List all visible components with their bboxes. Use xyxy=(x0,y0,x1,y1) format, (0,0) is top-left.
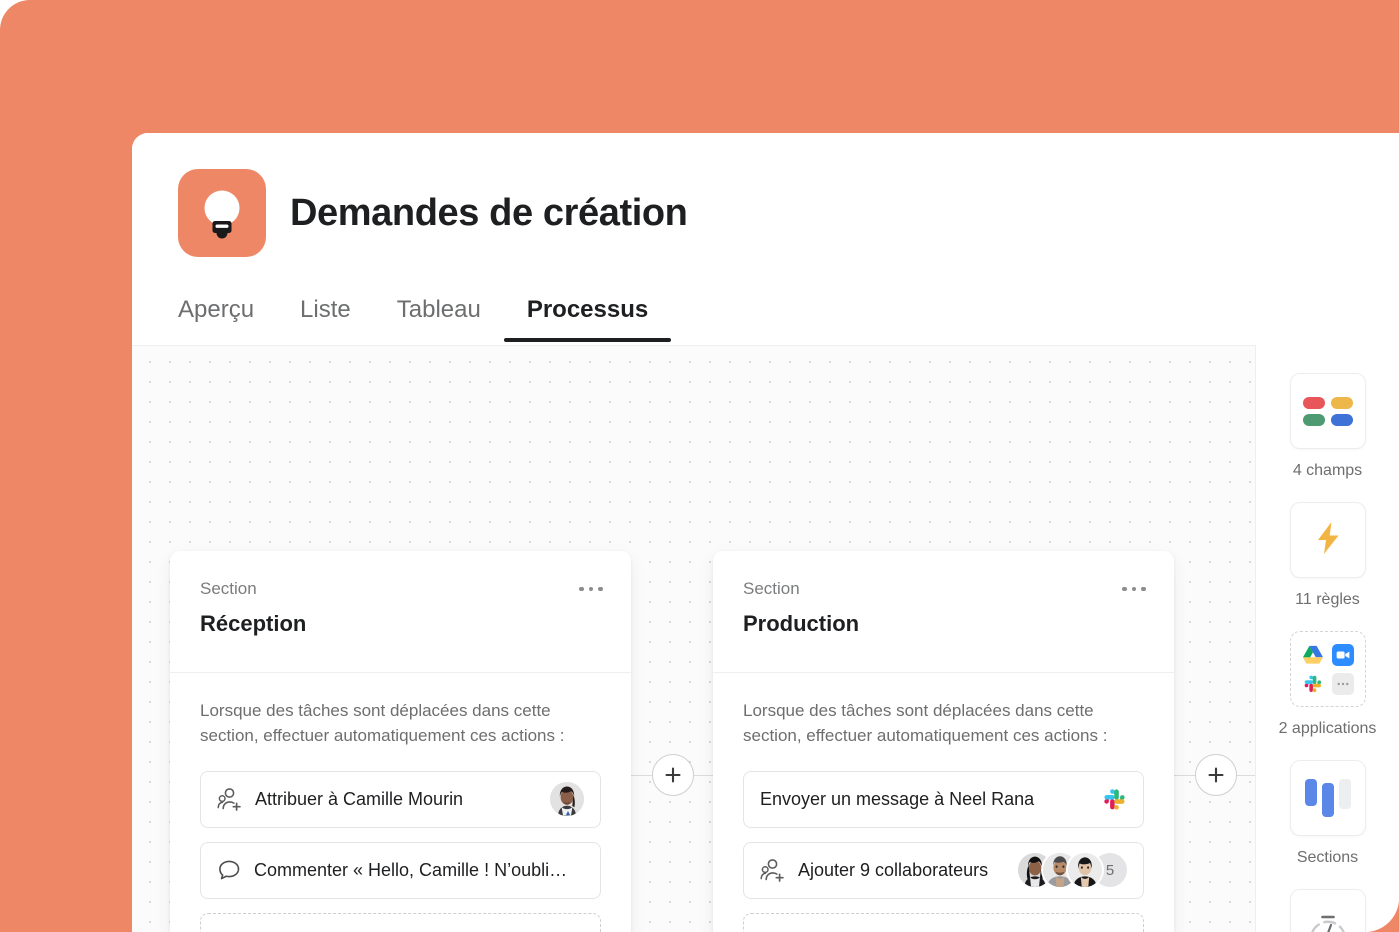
comment-icon xyxy=(217,858,242,882)
apps-icon xyxy=(1302,643,1354,695)
section-description: Lorsque des tâches sont déplacées dans c… xyxy=(743,701,1108,745)
add-person-icon xyxy=(217,787,243,812)
avatar xyxy=(1068,853,1102,888)
assignee-avatar-group xyxy=(550,782,584,817)
section-card-reception[interactable]: Section Réception Lorsque des tâches son… xyxy=(170,551,631,932)
add-person-icon xyxy=(760,858,786,883)
action-label: Ajouter 9 collaborateurs xyxy=(798,859,989,880)
tab-label: Aperçu xyxy=(178,296,255,323)
app-window: Demandes de création Aperçu Liste Tablea… xyxy=(132,133,1399,932)
rail-item-apps: 2 applications xyxy=(1278,631,1377,752)
tab-label: Tableau xyxy=(396,296,481,323)
section-title: Production xyxy=(743,611,860,636)
plus-icon xyxy=(1208,767,1224,783)
fields-tile[interactable] xyxy=(1289,373,1366,449)
action-label: Commenter « Hello, Camille ! N’oubli… xyxy=(254,859,568,880)
gauge-icon xyxy=(1306,903,1350,932)
tab-liste[interactable]: Liste xyxy=(277,296,374,342)
section-title: Réception xyxy=(200,611,307,636)
zoom-icon xyxy=(1331,643,1354,666)
section-card-body: Lorsque des tâches sont déplacées dans c… xyxy=(713,673,1174,932)
action-add-comment[interactable]: Commenter « Hello, Camille ! N’oubli… xyxy=(200,841,601,899)
section-card-production[interactable]: Section Production Lorsque des tâches so… xyxy=(713,551,1174,932)
fields-icon xyxy=(1302,396,1353,426)
add-step-button-1[interactable] xyxy=(652,754,694,796)
apps-tile[interactable] xyxy=(1289,631,1366,707)
action-label: Envoyer un message à Neel Rana xyxy=(760,788,1035,809)
ellipsis-icon[interactable] xyxy=(575,577,607,601)
page-title: Demandes de création xyxy=(290,191,688,234)
ellipsis-icon[interactable] xyxy=(1118,577,1150,601)
rail-label: 11 règles xyxy=(1295,591,1360,608)
rail-item-rules: 11 règles xyxy=(1289,502,1366,623)
rail-label: 2 applications xyxy=(1278,720,1377,737)
rail-label: Sections xyxy=(1296,849,1359,866)
slack-icon xyxy=(1101,786,1127,812)
action-add-collaborators[interactable]: Ajouter 9 collaborateurs 5 xyxy=(743,841,1144,899)
project-identity-row: Demandes de création xyxy=(178,169,688,257)
plus-icon: + xyxy=(760,928,775,932)
tab-processus[interactable]: Processus xyxy=(503,296,672,342)
add-action-button[interactable]: + Plus d’actions… xyxy=(200,912,601,932)
rules-tile[interactable] xyxy=(1289,502,1366,578)
tab-apercu[interactable]: Aperçu xyxy=(178,296,277,342)
collaborator-avatar-stack: 5 xyxy=(1018,853,1127,888)
progress-tile[interactable] xyxy=(1289,889,1366,932)
google-drive-icon xyxy=(1302,644,1324,666)
section-card-header: Section Réception xyxy=(170,551,631,673)
section-card-header: Section Production xyxy=(713,551,1174,673)
sections-tile[interactable] xyxy=(1289,760,1366,836)
view-tabs: Aperçu Liste Tableau Processus xyxy=(178,296,672,342)
lightning-bolt-icon xyxy=(1313,520,1343,561)
section-card-body: Lorsque des tâches sont déplacées dans c… xyxy=(170,673,631,932)
sections-icon xyxy=(1304,779,1351,817)
rail-item-sections: Sections xyxy=(1289,760,1366,881)
tab-label: Liste xyxy=(300,296,351,323)
add-action-button[interactable]: + Plus d’actions… xyxy=(743,912,1144,932)
avatar xyxy=(550,782,584,817)
add-step-button-2[interactable] xyxy=(1195,754,1237,796)
action-label: Attribuer à Camille Mourin xyxy=(255,788,464,809)
rail-item-progress xyxy=(1289,889,1366,932)
slack-icon xyxy=(1302,673,1324,695)
plus-icon: + xyxy=(217,928,232,932)
plus-icon xyxy=(665,767,681,783)
tab-tableau[interactable]: Tableau xyxy=(374,296,504,342)
screenshot-root: Demandes de création Aperçu Liste Tablea… xyxy=(0,0,1399,932)
project-header: Demandes de création Aperçu Liste Tablea… xyxy=(132,133,1399,345)
process-canvas[interactable]: Section Réception Lorsque des tâches son… xyxy=(132,345,1258,932)
rail-item-fields: 4 champs xyxy=(1289,373,1366,494)
rail-label: 4 champs xyxy=(1292,462,1363,479)
right-rail: 4 champs 11 règles 2 applications Sectio… xyxy=(1255,345,1399,932)
more-apps-icon[interactable] xyxy=(1331,672,1354,695)
section-kicker: Section xyxy=(743,579,800,598)
action-send-slack-message[interactable]: Envoyer un message à Neel Rana xyxy=(743,770,1144,828)
tab-label: Processus xyxy=(526,296,649,323)
lightbulb-icon xyxy=(178,169,266,257)
section-description: Lorsque des tâches sont déplacées dans c… xyxy=(200,701,565,745)
section-kicker: Section xyxy=(200,579,257,598)
action-assign-to-person[interactable]: Attribuer à Camille Mourin xyxy=(200,770,601,828)
